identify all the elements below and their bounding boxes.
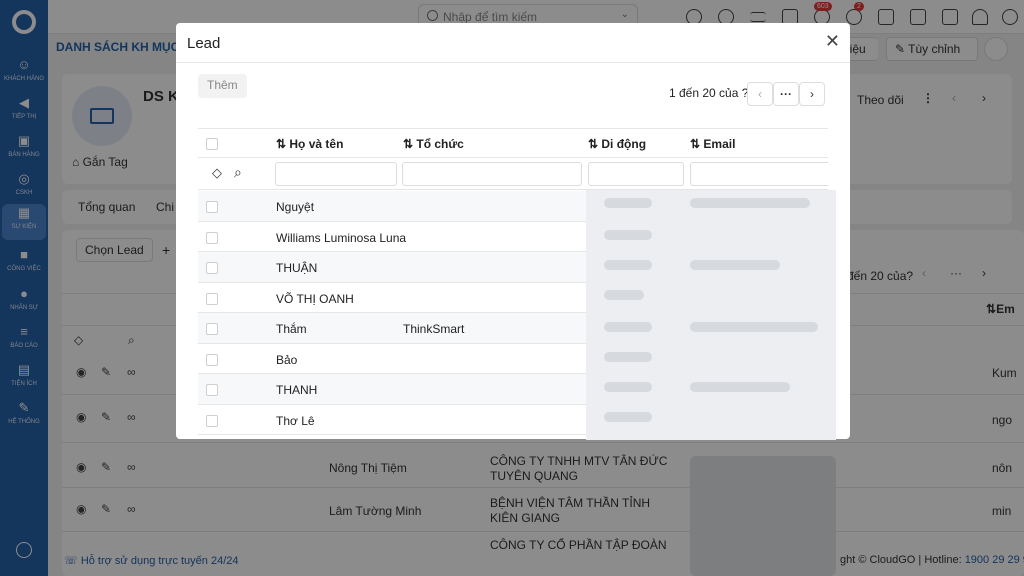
more-pages-button[interactable]: ··· — [773, 82, 799, 106]
sort-icon: ⇅ — [690, 137, 704, 151]
row-checkbox[interactable] — [206, 231, 218, 244]
col-header-name[interactable]: ⇅ Họ và tên — [276, 137, 343, 151]
filter-mobile-input[interactable] — [588, 162, 684, 186]
cell-name: Nguyệt — [276, 200, 315, 214]
prev-page-button[interactable]: ‹ — [747, 82, 773, 106]
cell-name: THANH — [276, 383, 318, 397]
row-checkbox[interactable] — [206, 262, 218, 274]
row-checkbox[interactable] — [206, 201, 218, 213]
row-checkbox[interactable] — [206, 414, 218, 427]
cell-name: VÕ THỊ OANH — [276, 291, 354, 306]
pager-info: 1 đến 20 của ? — [669, 86, 749, 100]
search-icon[interactable]: ⌕ — [234, 164, 242, 181]
row-checkbox[interactable] — [206, 384, 218, 396]
filter-org-input[interactable] — [402, 162, 582, 186]
eraser-icon[interactable]: ◇ — [212, 165, 222, 181]
row-checkbox[interactable] — [206, 292, 218, 305]
col-header-mobile[interactable]: ⇅ Di động — [588, 137, 646, 151]
col-header-org[interactable]: ⇅ Tổ chức — [403, 137, 464, 151]
cell-name: Thơ Lê — [276, 413, 315, 428]
add-button[interactable]: Thêm — [198, 74, 247, 98]
filter-email-input[interactable] — [690, 162, 828, 186]
row-checkbox[interactable] — [206, 353, 218, 366]
next-page-button[interactable]: › — [799, 82, 825, 106]
sort-icon: ⇅ — [403, 137, 417, 151]
cell-org: ThinkSmart — [403, 322, 465, 336]
col-header-email[interactable]: ⇅ Email — [690, 137, 735, 151]
cell-name: Williams Luminosa Luna — [276, 230, 407, 245]
close-icon[interactable]: ✕ — [825, 32, 840, 50]
sort-icon: ⇅ — [588, 137, 602, 151]
redacted-contact-block — [586, 190, 836, 440]
modal-divider — [176, 62, 850, 63]
cell-name: Bảo — [276, 352, 298, 367]
cell-name: THUẬN — [276, 261, 318, 275]
modal-title: Lead — [187, 35, 221, 52]
row-checkbox[interactable] — [206, 323, 218, 335]
filter-name-input[interactable] — [275, 162, 397, 186]
grid-header: ⇅ Họ và tên ⇅ Tổ chức ⇅ Di động ⇅ Email — [198, 128, 828, 158]
grid-filter-row: ◇ ⌕ — [198, 158, 828, 190]
cell-name: Thắm — [276, 322, 307, 336]
select-all-checkbox[interactable] — [206, 138, 218, 150]
sort-icon: ⇅ — [276, 137, 290, 151]
